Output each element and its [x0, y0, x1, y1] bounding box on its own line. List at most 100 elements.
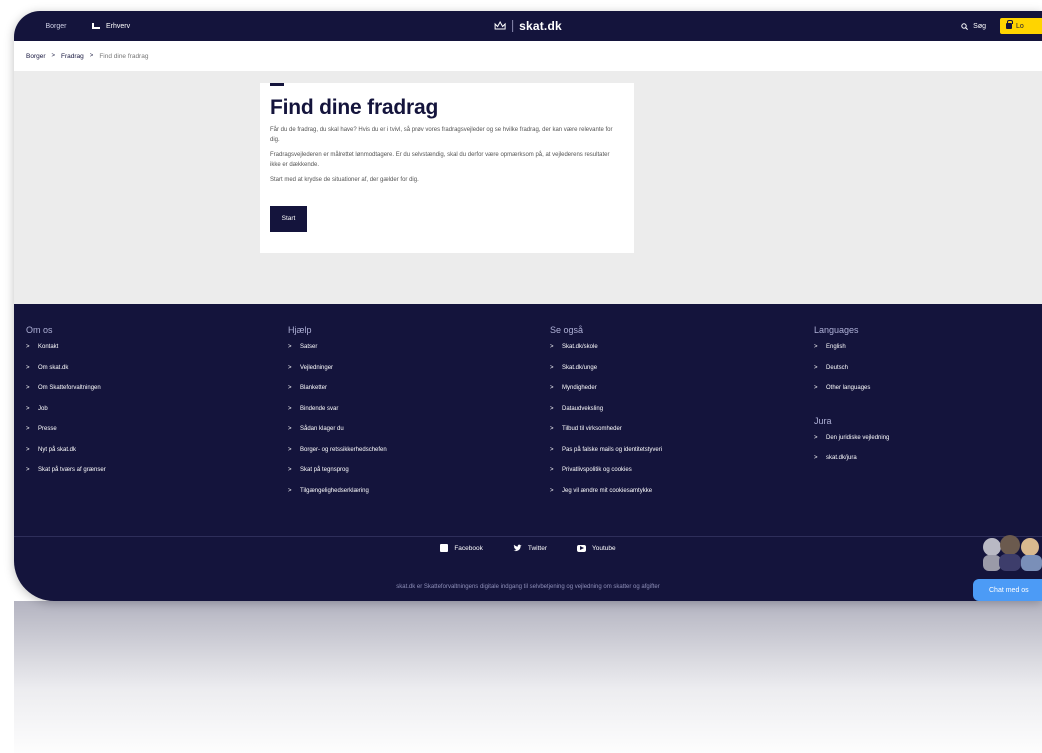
chat-button[interactable]: Chat med os	[973, 579, 1042, 601]
footer-column-languages: Languages > English > Deutsch > Other langu…	[814, 325, 889, 476]
footer-link-label: Kontakt	[38, 344, 59, 350]
footer-link[interactable]: > Bindende svar	[288, 406, 387, 427]
breadcrumb-item[interactable]: Borger	[26, 53, 46, 60]
footer-divider	[14, 536, 1042, 537]
chevron-right-icon: >	[288, 364, 292, 371]
logo-divider	[512, 20, 514, 32]
footer-link[interactable]: > Skat.dk/skole	[550, 344, 662, 365]
footer-link[interactable]: > Deutsch	[814, 365, 889, 386]
footer-link[interactable]: > Job	[26, 406, 106, 427]
chevron-right-icon: >	[26, 364, 30, 371]
chevron-right-icon: >	[26, 344, 30, 350]
footer-link[interactable]: > Om skat.dk	[26, 365, 106, 386]
footer-link[interactable]: > Kontakt	[26, 344, 106, 365]
footer-link-label: Vejledninger	[300, 364, 334, 371]
start-button[interactable]: Start	[270, 205, 307, 232]
chevron-right-icon: >	[550, 446, 554, 453]
site-footer: Om os > Kontakt > Om skat.dk > Om Skattefor…	[14, 304, 1042, 601]
facebook-link[interactable]: Facebook	[440, 544, 483, 552]
footer-link[interactable]: > Skat.dk/unge	[550, 365, 662, 386]
footer-link-label: Skat.dk/skole	[562, 344, 598, 350]
footer-link[interactable]: > Skat på tegnsprog	[288, 467, 387, 488]
lock-icon	[1006, 20, 1013, 29]
chevron-right-icon: >	[550, 405, 554, 412]
footer-link-label: Job	[38, 405, 48, 412]
breadcrumb-item[interactable]: Fradrag	[61, 53, 84, 60]
footer-link[interactable]: > Skat på tværs af grænser	[26, 467, 106, 488]
facebook-label: Facebook	[454, 544, 483, 552]
footer-link[interactable]: > English	[814, 344, 889, 365]
chevron-right-icon: >	[814, 434, 818, 441]
tab-erhverv[interactable]: Erhverv	[84, 11, 144, 41]
browser-frame: Borger Erhverv skat.dk Søg Lo Borger > F…	[14, 11, 1042, 601]
footer-heading: Jura	[814, 415, 832, 426]
footer-link[interactable]: > Sådan klager du	[288, 426, 387, 447]
login-button[interactable]: Lo	[1000, 18, 1042, 34]
footer-heading: Om os	[26, 325, 53, 335]
chevron-right-icon: >	[288, 446, 292, 453]
footer-link[interactable]: > Tilbud til virksomheder	[550, 426, 662, 447]
tab-borger-label: Borger	[45, 22, 67, 30]
footer-tagline: skat.dk er Skatteforvaltningens digitale…	[396, 584, 660, 590]
footer-link-label: Deutsch	[826, 364, 849, 371]
footer-link[interactable]: > Dataudveksling	[550, 406, 662, 427]
chevron-right-icon: >	[550, 426, 554, 432]
search-icon	[961, 22, 969, 30]
chevron-right-icon: >	[288, 405, 292, 412]
info-paragraph: Fradragsvejlederen er målrettet lønmodta…	[270, 152, 610, 168]
youtube-link[interactable]: Youtube	[577, 544, 616, 552]
facebook-icon	[440, 544, 449, 552]
top-navigation: Borger Erhverv skat.dk Søg Lo	[14, 11, 1042, 41]
footer-link[interactable]: > Jeg vil ændre mit cookiesamtykke	[550, 488, 662, 509]
chevron-right-icon: >	[26, 426, 30, 432]
chevron-right-icon: >	[26, 467, 30, 473]
chevron-right-icon: >	[550, 385, 554, 391]
footer-link[interactable]: > Satser	[288, 344, 387, 365]
footer-link-label: Om Skatteforvaltningen	[38, 385, 101, 391]
chevron-right-icon: >	[89, 53, 94, 59]
chevron-right-icon: >	[26, 385, 30, 391]
footer-heading: Hjælp	[288, 325, 312, 335]
chevron-right-icon: >	[550, 467, 554, 473]
footer-column-hjaelp: Hjælp > Satser > Vejledninger > Blanketter …	[288, 325, 387, 508]
title-accent-bar	[270, 83, 284, 86]
building-icon	[92, 23, 100, 29]
footer-link-label: Other languages	[826, 385, 871, 391]
footer-link[interactable]: > Other languages	[814, 385, 889, 406]
chevron-right-icon: >	[51, 53, 56, 59]
footer-link[interactable]: > Tilgængelighedserklæring	[288, 488, 387, 509]
footer-link[interactable]: > Blanketter	[288, 385, 387, 406]
footer-link-label: Tilbud til virksomheder	[562, 426, 622, 432]
footer-link-label: Bindende svar	[300, 405, 339, 412]
logo-text: skat.dk	[519, 19, 562, 33]
page-title: Find dine fradrag	[270, 96, 439, 119]
chevron-right-icon: >	[550, 364, 554, 371]
footer-link-label: Pas på falske mails og identitetstyveri	[562, 446, 663, 453]
chevron-right-icon: >	[814, 385, 818, 391]
reflection-gradient	[14, 601, 1042, 753]
footer-link[interactable]: > Om Skatteforvaltningen	[26, 385, 106, 406]
footer-link[interactable]: > Myndigheder	[550, 385, 662, 406]
footer-link[interactable]: > Vejledninger	[288, 365, 387, 386]
footer-link[interactable]: > Den juridiske vejledning	[814, 435, 889, 456]
footer-link[interactable]: > Nyt på skat.dk	[26, 447, 106, 468]
footer-link[interactable]: > Borger- og retssikkerhedschefen	[288, 447, 387, 468]
crown-icon	[494, 21, 506, 31]
login-label: Lo	[1016, 22, 1024, 30]
footer-link[interactable]: > Presse	[26, 426, 106, 447]
tab-borger[interactable]: Borger	[28, 11, 84, 41]
twitter-link[interactable]: Twitter	[513, 544, 547, 552]
footer-link-label: Borger- og retssikkerhedschefen	[300, 446, 387, 453]
breadcrumb: Borger > Fradrag > Find dine fradrag	[14, 41, 1042, 71]
footer-link-label: Myndigheder	[562, 385, 597, 391]
chevron-right-icon: >	[288, 487, 292, 494]
footer-link-label: English	[826, 344, 846, 350]
footer-link-label: Jeg vil ændre mit cookiesamtykke	[562, 487, 653, 494]
site-logo[interactable]: skat.dk	[494, 11, 562, 41]
footer-link-label: Dataudveksling	[562, 405, 604, 412]
footer-link[interactable]: > Pas på falske mails og identitetstyveri	[550, 447, 662, 468]
search-button[interactable]: Søg	[961, 11, 986, 41]
footer-link[interactable]: > Privatlivspolitik og cookies	[550, 467, 662, 488]
footer-link[interactable]: > skat.dk/jura	[814, 455, 889, 476]
footer-column-om-os: Om os > Kontakt > Om skat.dk > Om Skattefor…	[26, 325, 106, 488]
